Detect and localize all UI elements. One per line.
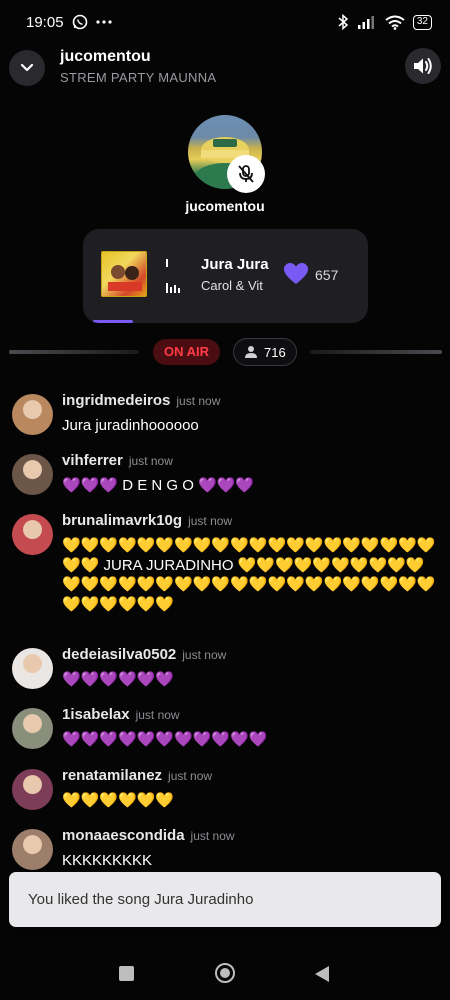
status-time: 19:05 bbox=[26, 13, 64, 31]
bluetooth-icon bbox=[338, 14, 349, 30]
user-avatar[interactable] bbox=[12, 514, 53, 555]
mic-off-icon bbox=[238, 165, 254, 183]
username[interactable]: vihferrer bbox=[62, 452, 123, 469]
username[interactable]: brunalimavrk10g bbox=[62, 512, 182, 529]
message-text: 💜💜💜💜💜💜💜💜💜💜💜 bbox=[62, 731, 268, 748]
user-avatar[interactable] bbox=[12, 394, 53, 435]
message-time: just now bbox=[182, 648, 227, 662]
chat-message: 1isabelax just now 💜💜💜💜💜💜💜💜💜💜💜 bbox=[0, 706, 450, 750]
user-avatar[interactable] bbox=[12, 708, 53, 749]
recent-apps-button[interactable] bbox=[119, 966, 134, 981]
chevron-down-icon bbox=[20, 63, 34, 72]
album-cover bbox=[101, 251, 147, 297]
song-meta: Jura Jura Carol & Vit bbox=[163, 256, 271, 296]
song-title: Jura Jura bbox=[201, 256, 269, 273]
message-header: monaaescondida just now bbox=[62, 827, 440, 851]
toast-notification: You liked the song Jura Juradinho bbox=[9, 872, 441, 927]
listener-count: 716 bbox=[264, 344, 286, 360]
message-header: 1isabelax just now bbox=[62, 706, 440, 730]
chat-message: monaaescondida just now KKKKKKKKK bbox=[0, 827, 450, 871]
message-header: vihferrer just now bbox=[62, 452, 440, 476]
message-time: just now bbox=[128, 454, 173, 468]
page-subtitle: STREM PARTY MAUNNA bbox=[60, 70, 217, 85]
battery-icon: 32 bbox=[412, 14, 432, 30]
user-avatar[interactable] bbox=[12, 829, 53, 870]
message-text: KKKKKKKKK bbox=[62, 852, 153, 869]
divider-left bbox=[9, 350, 139, 354]
chat-message: renatamilanez just now 💛💛💛💛💛💛 bbox=[0, 767, 450, 811]
whatsapp-icon bbox=[72, 14, 87, 30]
user-avatar[interactable] bbox=[12, 769, 53, 810]
message-text: 💛💛💛💛💛💛 bbox=[62, 792, 175, 809]
message-header: brunalimavrk10g just now bbox=[62, 512, 440, 536]
user-avatar[interactable] bbox=[12, 454, 53, 495]
username[interactable]: 1isabelax bbox=[62, 706, 130, 723]
person-icon bbox=[245, 346, 257, 358]
message-header: dedeiasilva0502 just now bbox=[62, 646, 440, 670]
now-playing-card[interactable]: Jura Jura Carol & Vit 657 bbox=[83, 229, 368, 323]
chat-message: dedeiasilva0502 just now 💜💜💜💜💜💜 bbox=[0, 646, 450, 690]
host-name: jucomentou bbox=[185, 198, 265, 214]
speaker-icon bbox=[414, 58, 432, 74]
message-text: 💛💛💛💛💛💛💛💛💛💛💛💛💛💛💛💛💛💛💛💛💛💛 JURA JURADINHO 💛💛… bbox=[62, 537, 436, 613]
like-count: 657 bbox=[315, 267, 339, 283]
user-avatar[interactable] bbox=[12, 648, 53, 689]
username[interactable]: renatamilanez bbox=[62, 767, 162, 784]
heart-icon bbox=[284, 263, 308, 284]
chat-message: brunalimavrk10g just now 💛💛💛💛💛💛💛💛💛💛💛💛💛💛💛💛💛… bbox=[0, 512, 450, 614]
message-text: 💜💜💜💜💜💜 bbox=[62, 671, 175, 688]
username[interactable]: monaaescondida bbox=[62, 827, 185, 844]
wifi-icon bbox=[385, 15, 405, 30]
message-time: just now bbox=[176, 394, 221, 408]
system-nav-bar bbox=[0, 940, 450, 1000]
home-button[interactable] bbox=[215, 963, 235, 983]
collapse-button[interactable] bbox=[9, 50, 45, 86]
header: jucomentou STREM PARTY MAUNNA bbox=[0, 44, 450, 94]
message-time: just now bbox=[188, 514, 233, 528]
on-air-badge: ON AIR bbox=[153, 339, 221, 365]
message-text: Jura juradinhoooooo bbox=[62, 417, 199, 434]
volume-button[interactable] bbox=[405, 48, 441, 84]
scroll-marker bbox=[166, 259, 168, 267]
status-bar: 19:05 32 bbox=[0, 0, 450, 44]
more-dots-icon bbox=[95, 20, 112, 24]
like-button[interactable] bbox=[283, 262, 309, 291]
equalizer-icon bbox=[166, 283, 180, 293]
chat-message: vihferrer just now 💜💜💜 D E N G O 💜💜💜 bbox=[0, 452, 450, 496]
song-progress-bar bbox=[93, 320, 133, 323]
message-header: renatamilanez just now bbox=[62, 767, 440, 791]
mic-muted-badge bbox=[227, 155, 265, 193]
message-text: 💜💜💜 D E N G O 💜💜💜 bbox=[62, 477, 255, 494]
message-header: ingridmedeiros just now bbox=[62, 392, 440, 416]
header-text: jucomentou STREM PARTY MAUNNA bbox=[60, 48, 216, 85]
song-artist: Carol & Vit bbox=[201, 278, 263, 293]
page-title: jucomentou bbox=[60, 48, 151, 65]
username[interactable]: dedeiasilva0502 bbox=[62, 646, 176, 663]
message-time: just now bbox=[168, 769, 213, 783]
message-time: just now bbox=[135, 708, 180, 722]
listeners-badge[interactable]: 716 bbox=[233, 338, 297, 366]
message-time: just now bbox=[190, 829, 235, 843]
back-button[interactable] bbox=[314, 965, 330, 983]
divider-right bbox=[310, 350, 442, 354]
username[interactable]: ingridmedeiros bbox=[62, 392, 170, 409]
chat-message: ingridmedeiros just now Jura juradinhooooo… bbox=[0, 392, 450, 436]
signal-icon bbox=[357, 16, 374, 29]
